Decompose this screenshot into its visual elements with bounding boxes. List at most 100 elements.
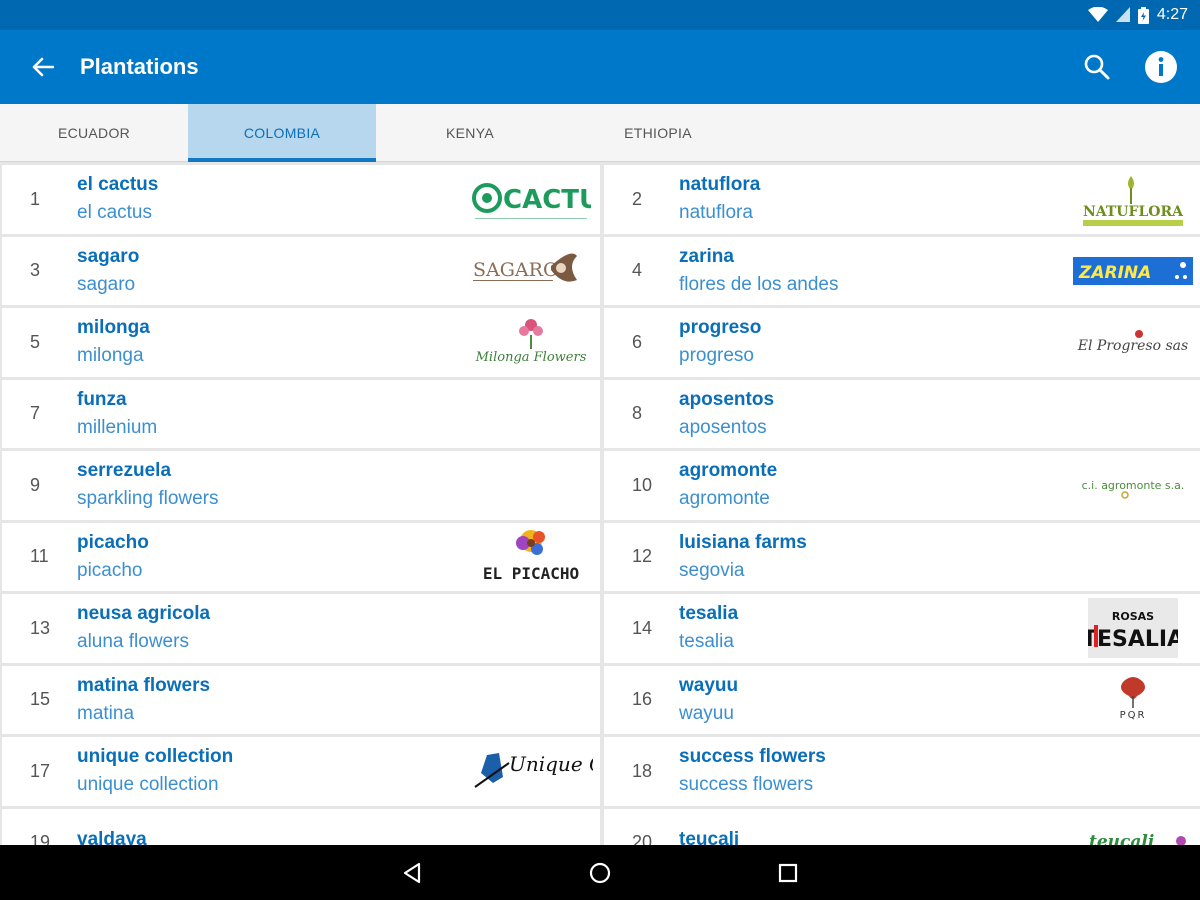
- plantation-card[interactable]: 7 funza millenium: [2, 379, 600, 448]
- plantation-card[interactable]: 19 valdaya: [2, 808, 600, 845]
- plantation-number: 12: [632, 546, 653, 567]
- plantation-card[interactable]: 4 zarina flores de los andes ZARINA: [604, 236, 1200, 305]
- plantation-logo: PQR: [1068, 669, 1198, 731]
- plantation-name: neusa agricola: [77, 603, 211, 625]
- plantation-name: serrezuela: [77, 460, 172, 482]
- plantation-subtitle: unique collection: [77, 774, 219, 796]
- plantation-logo: SAGARO: [466, 240, 596, 302]
- plantation-number: 14: [632, 617, 653, 638]
- plantation-subtitle: aluna flowers: [77, 631, 189, 653]
- logo-text: SAGARO: [473, 259, 559, 281]
- logo-text: teucali: [1089, 832, 1154, 845]
- plantation-logo: Unique Collection: [466, 740, 596, 802]
- plantation-number: 2: [632, 188, 643, 209]
- back-arrow-icon[interactable]: [22, 46, 64, 88]
- info-icon[interactable]: [1140, 46, 1182, 88]
- plantation-subtitle: sparkling flowers: [77, 488, 219, 510]
- plantation-card[interactable]: 17 unique collection unique collection U…: [2, 737, 600, 806]
- plantation-card[interactable]: 8 aposentos aposentos: [604, 379, 1200, 448]
- plantation-subtitle: millenium: [77, 416, 158, 438]
- plantation-card[interactable]: 15 matina flowers matina: [2, 665, 600, 734]
- plantation-name: valdaya: [77, 828, 147, 845]
- plantation-number: 18: [632, 760, 653, 781]
- logo-text: c.i. agromonte s.a.: [1082, 479, 1185, 492]
- plantation-card[interactable]: 11 picacho picacho EL PICACHO: [2, 522, 600, 591]
- plantation-number: 10: [632, 474, 653, 495]
- page-title: Plantations: [80, 54, 199, 79]
- battery-icon: [1137, 6, 1149, 24]
- plantation-number: 7: [30, 403, 41, 424]
- tab-colombia[interactable]: COLOMBIA: [188, 104, 376, 162]
- plantation-name: milonga: [77, 317, 150, 339]
- plantation-subtitle: natuflora: [679, 202, 753, 224]
- search-icon[interactable]: [1076, 46, 1118, 88]
- plantation-name: funza: [77, 388, 127, 410]
- plantation-card[interactable]: 1 el cactus el cactus CACTUS: [2, 165, 600, 234]
- plantation-name: success flowers: [679, 746, 826, 768]
- plantation-logo: ROSAS TESALIA: [1068, 597, 1198, 659]
- plantation-number: 16: [632, 689, 653, 710]
- nav-back-icon[interactable]: [388, 849, 436, 897]
- plantation-card[interactable]: 13 neusa agricola aluna flowers: [2, 594, 600, 663]
- app-bar: Plantations: [0, 30, 1200, 104]
- plantation-logo: c.i. agromonte s.a.: [1068, 454, 1198, 516]
- country-tabs: ECUADOR COLOMBIA KENYA ETHIOPIA: [0, 104, 1200, 162]
- tab-ethiopia[interactable]: ETHIOPIA: [564, 104, 752, 162]
- plantation-number: 5: [30, 331, 41, 352]
- plantation-name: natuflora: [679, 174, 761, 196]
- plantation-card[interactable]: 16 wayuu wayuu PQR: [604, 665, 1200, 734]
- nav-recents-icon[interactable]: [764, 849, 812, 897]
- plantation-logo: El Progreso sas: [1068, 311, 1198, 373]
- logo-text: Milonga Flowers: [475, 350, 587, 365]
- plantation-name: el cactus: [77, 174, 159, 196]
- plantation-number: 13: [30, 617, 51, 638]
- plantation-card[interactable]: 14 tesalia tesalia ROSAS TESALIA: [604, 594, 1200, 663]
- app-bar-actions: [1076, 46, 1182, 88]
- plantation-name: sagaro: [77, 245, 140, 267]
- plantation-logo: NATUFLORA: [1068, 168, 1198, 230]
- plantation-card[interactable]: 2 natuflora natuflora NATUFLORA: [604, 165, 1200, 234]
- tab-kenya[interactable]: KENYA: [376, 104, 564, 162]
- plantation-card[interactable]: 3 sagaro sagaro SAGARO: [2, 236, 600, 305]
- system-nav-bar: [0, 845, 1200, 900]
- plantation-subtitle: tesalia: [679, 631, 734, 653]
- plantation-subtitle: el cactus: [77, 202, 152, 224]
- plantation-name: matina flowers: [77, 674, 211, 696]
- logo-text: ZARINA: [1078, 263, 1151, 283]
- plantation-number: 19: [30, 832, 51, 845]
- plantation-subtitle: progreso: [679, 345, 754, 367]
- plantation-card[interactable]: 10 agromonte agromonte c.i. agromonte s.…: [604, 451, 1200, 520]
- logo-text: CACTUS: [503, 185, 591, 215]
- logo-text: NATUFLORA: [1083, 204, 1184, 220]
- plantation-card[interactable]: 18 success flowers success flowers: [604, 737, 1200, 806]
- plantation-card[interactable]: 5 milonga milonga Milonga Flowers: [2, 308, 600, 377]
- plantation-card[interactable]: 9 serrezuela sparkling flowers: [2, 451, 600, 520]
- plantation-number: 20: [632, 832, 653, 845]
- plantation-number: 1: [30, 188, 41, 209]
- plantation-subtitle: sagaro: [77, 273, 136, 295]
- plantation-subtitle: matina: [77, 702, 135, 724]
- plantation-card[interactable]: 20 teucali teucali: [604, 808, 1200, 845]
- plantation-card[interactable]: 12 luisiana farms segovia: [604, 522, 1200, 591]
- plantation-number: 9: [30, 474, 41, 495]
- plantation-name: tesalia: [679, 603, 739, 625]
- plantation-logo: Milonga Flowers: [466, 311, 596, 373]
- plantation-subtitle: aposentos: [679, 416, 767, 438]
- plantation-subtitle: milonga: [77, 345, 144, 367]
- nav-home-icon[interactable]: [576, 849, 624, 897]
- plantation-logo: CACTUS: [466, 168, 596, 230]
- signal-icon: [1115, 7, 1130, 23]
- wifi-icon: [1087, 7, 1108, 23]
- plantation-name: picacho: [77, 531, 149, 553]
- tab-ecuador[interactable]: ECUADOR: [0, 104, 188, 162]
- plantation-name: unique collection: [77, 746, 234, 768]
- plantation-logo: EL PICACHO: [466, 526, 596, 588]
- plantation-number: 8: [632, 403, 643, 424]
- plantation-grid: 1 el cactus el cactus CACTUS 2 natuflora…: [0, 163, 1200, 845]
- plantation-number: 11: [30, 546, 49, 567]
- plantation-number: 3: [30, 260, 41, 281]
- plantation-number: 4: [632, 260, 643, 281]
- status-time: 4:27: [1156, 6, 1188, 23]
- plantation-subtitle: success flowers: [679, 774, 814, 796]
- plantation-card[interactable]: 6 progreso progreso El Progreso sas: [604, 308, 1200, 377]
